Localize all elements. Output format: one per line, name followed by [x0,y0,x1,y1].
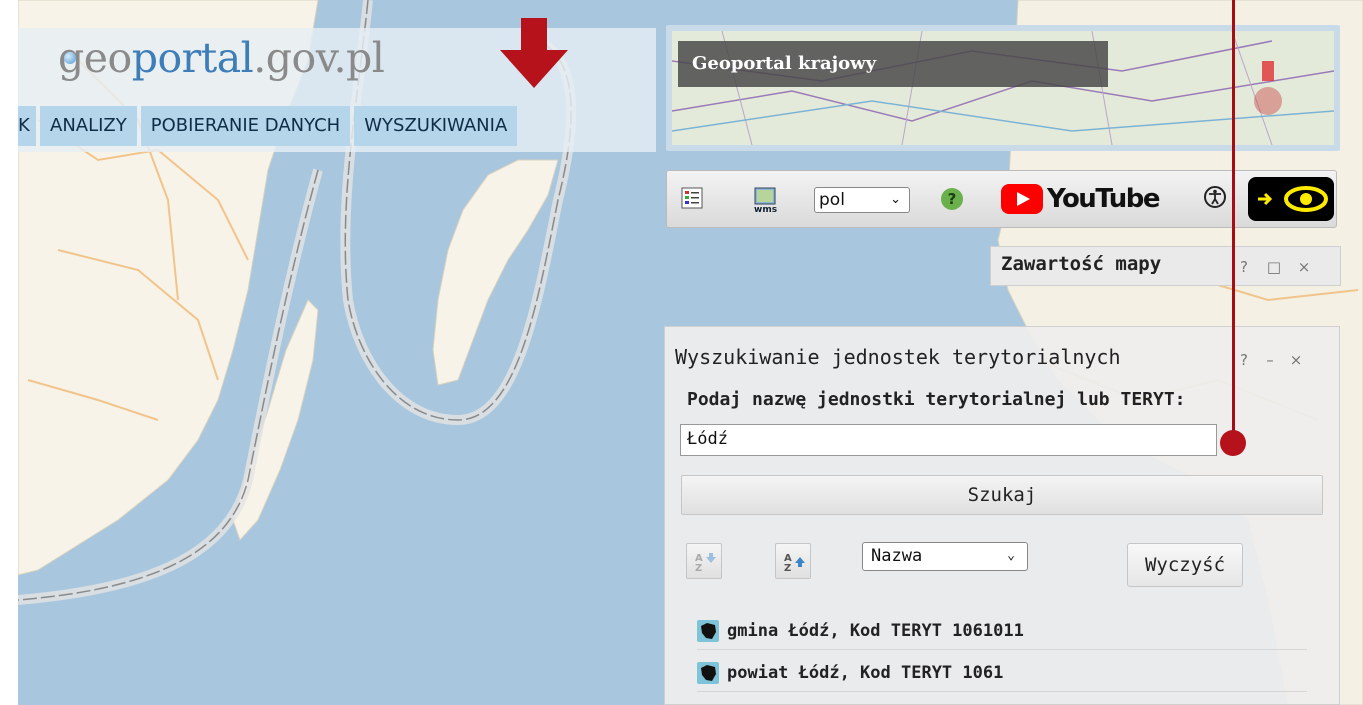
search-input[interactable]: Łódź [680,424,1217,456]
svg-text:Z: Z [784,563,791,574]
main-menu: K ANALIZY POBIERANIE DANYCH WYSZUKIWANIA [18,106,518,146]
territory-shape-icon [697,662,719,684]
menu-item-truncated[interactable]: K [18,106,36,146]
close-button[interactable]: × [1295,258,1313,276]
minimize-button[interactable]: – [1261,351,1279,369]
language-select[interactable]: pol ⌄ [814,187,910,213]
sort-field-value: Nazwa [871,546,923,566]
accessibility-icon[interactable] [1203,185,1227,209]
high-contrast-button[interactable] [1248,177,1334,221]
map-contents-window: Zawartość mapy ? □ × [990,246,1341,286]
result-item[interactable]: gmina Łódź, Kod TERYT 1061011 [697,613,1307,650]
close-button[interactable]: × [1287,351,1305,369]
svg-text:Z: Z [695,563,702,574]
territory-shape-icon [697,620,719,642]
search-button[interactable]: Szukaj [681,475,1323,515]
maximize-button[interactable]: □ [1265,258,1283,276]
geoportal-krajowy-panel[interactable]: Geoportal krajowy [666,25,1340,151]
legend-icon[interactable] [681,187,703,209]
help-icon[interactable]: ? [941,188,963,210]
toolbar: wms pol ⌄ ? YouTube [666,170,1337,228]
result-item[interactable]: powiat Łódź, Kod TERYT 1061 [697,655,1307,692]
help-button[interactable]: ? [1235,351,1253,369]
clear-button[interactable]: Wyczyść [1127,543,1243,587]
help-button[interactable]: ? [1235,258,1253,276]
youtube-icon [1001,184,1043,214]
annotation-pointer-line [1232,0,1235,440]
menu-item-analizy[interactable]: ANALIZY [40,106,137,146]
logo-part-domain: .gov.pl [253,34,385,82]
site-logo[interactable]: geoportal.gov.pl [58,34,385,82]
sort-descending-icon: A Z [784,553,805,574]
map-contents-title: Zawartość mapy [1001,253,1162,275]
sort-descending-button[interactable]: A Z [775,543,811,579]
youtube-label: YouTube [1047,184,1160,214]
geoportal-krajowy-label: Geoportal krajowy [678,41,1108,87]
sort-ascending-icon: A Z [695,553,716,574]
menu-item-pobieranie-danych[interactable]: POBIERANIE DANYCH [140,106,351,146]
logo-part-portal: portal [131,34,254,82]
search-prompt-label: Podaj nazwę jednostki terytorialnej lub … [687,389,1186,410]
search-window-title: Wyszukiwanie jednostek terytorialnych [675,345,1121,369]
result-label: powiat Łódź, Kod TERYT 1061 [727,663,1004,683]
logo-globe-icon [64,52,76,64]
territorial-search-window: Wyszukiwanie jednostek terytorialnych ? … [664,326,1340,705]
sort-ascending-button[interactable]: A Z [686,543,722,579]
chevron-down-icon: ⌄ [1007,548,1015,563]
wms-icon[interactable]: wms [753,187,779,213]
language-value: pol [819,190,845,210]
sort-field-select[interactable]: Nazwa ⌄ [862,542,1028,571]
result-label: gmina Łódź, Kod TERYT 1061011 [727,621,1024,641]
youtube-link[interactable]: YouTube [1001,184,1160,214]
annotation-pointer-dot [1220,430,1246,456]
down-arrow-icon [500,18,568,88]
chevron-down-icon: ⌄ [890,192,901,207]
menu-item-wyszukiwania[interactable]: WYSZUKIWANIA [354,106,518,146]
svg-text:wms: wms [754,205,777,213]
high-contrast-icon [1258,186,1328,212]
